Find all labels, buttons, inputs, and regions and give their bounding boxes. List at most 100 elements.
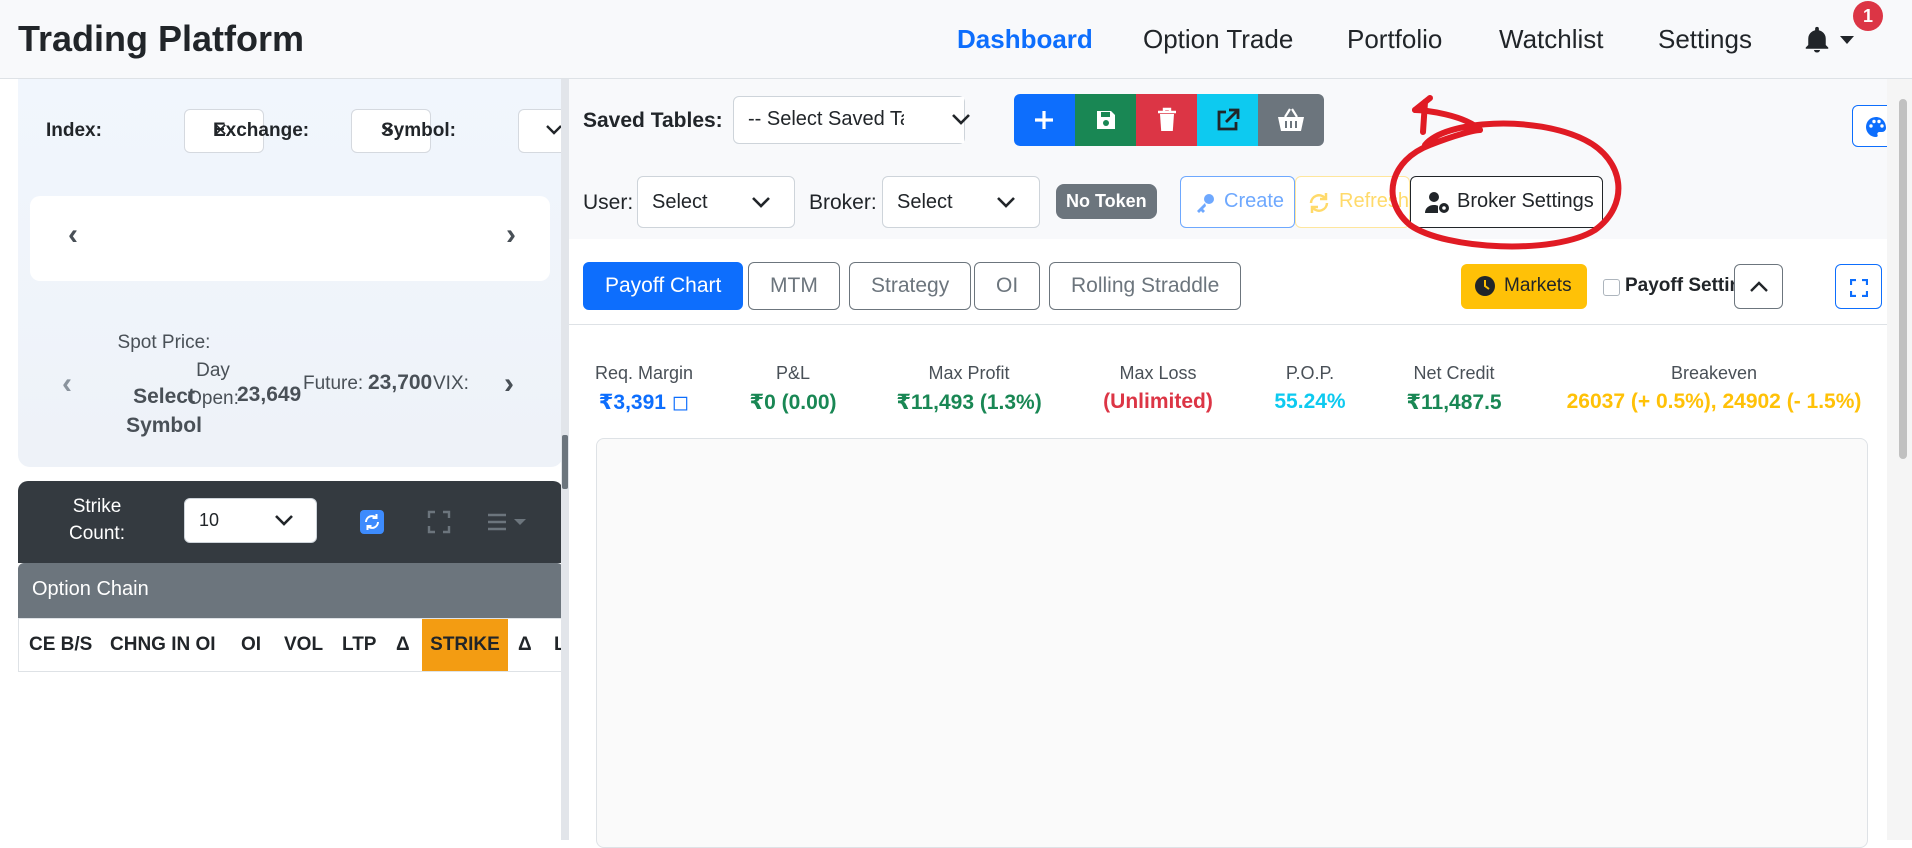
option-chain-table: CE B/S CHNG IN OI OI VOL LTP Δ STRIKE Δ … xyxy=(18,618,563,672)
col-strike[interactable]: STRIKE xyxy=(422,619,508,671)
splitter-grip[interactable] xyxy=(562,435,568,489)
clock-icon xyxy=(1475,276,1495,296)
expand-icon xyxy=(1850,279,1868,297)
tab-payoff-chart[interactable]: Payoff Chart xyxy=(583,262,744,310)
future-label: Future: xyxy=(303,373,364,394)
left-panel: Index: ✕ Exchange: ✕ Symbol: ‹ › ‹ Spot … xyxy=(0,79,563,840)
metric-title-margin: Req. Margin xyxy=(594,363,694,383)
spot-price-label: Spot Price: xyxy=(117,332,211,353)
vix-label: VIX: xyxy=(433,373,469,394)
ticker-carousel: ‹ › xyxy=(30,196,550,281)
red-annotation-circle-icon xyxy=(1389,95,1622,250)
metric-title-pnl: P&L xyxy=(775,363,811,383)
markets-label: Markets xyxy=(1504,275,1572,296)
tab-oi[interactable]: OI xyxy=(974,262,1041,310)
col-ce-bs[interactable]: CE B/S xyxy=(29,619,92,671)
carousel-prev-icon[interactable]: ‹ xyxy=(68,218,78,252)
metric-title-pop: P.O.P. xyxy=(1285,363,1335,383)
broker-select-value: Select xyxy=(897,191,953,213)
user-select[interactable]: Select xyxy=(637,176,795,228)
create-token-button[interactable]: Create xyxy=(1180,176,1295,228)
basket-button[interactable] xyxy=(1258,94,1324,146)
col-delta-ce[interactable]: Δ xyxy=(396,619,410,671)
metric-value-net-credit: ₹11,487.5 xyxy=(1406,391,1502,414)
metric-title-max-profit: Max Profit xyxy=(928,363,1010,383)
delete-table-button[interactable] xyxy=(1136,94,1197,146)
strike-count-select[interactable]: 10 xyxy=(184,498,317,543)
metric-title-net-credit: Net Credit xyxy=(1413,363,1495,383)
export-table-button[interactable] xyxy=(1197,94,1258,146)
refresh-chain-icon[interactable] xyxy=(360,510,384,534)
scrollbar-thumb[interactable] xyxy=(1899,99,1907,459)
metric-value-margin[interactable]: ₹3,391 ◻ xyxy=(599,390,689,415)
markets-button[interactable]: Markets xyxy=(1461,264,1587,309)
day-open-value: 23,649 xyxy=(237,383,302,406)
user-select-value: Select xyxy=(652,191,708,213)
payoff-chart-area[interactable] xyxy=(596,438,1868,848)
metric-value-max-profit: ₹11,493 (1.3%) xyxy=(896,391,1042,414)
col-ltp[interactable]: LTP xyxy=(342,619,376,671)
carousel-next-icon[interactable]: › xyxy=(506,218,516,252)
col-delta-pe[interactable]: Δ xyxy=(518,619,532,671)
sync-icon xyxy=(1309,193,1329,213)
collapse-button[interactable] xyxy=(1734,264,1783,309)
top-navbar: Trading Platform Dashboard Option Trade … xyxy=(0,0,1912,79)
stats-next-icon[interactable]: › xyxy=(504,367,514,401)
nav-settings[interactable]: Settings xyxy=(1658,24,1752,55)
market-info-card: Index: ✕ Exchange: ✕ Symbol: ‹ › ‹ Spot … xyxy=(18,79,563,467)
nav-dashboard[interactable]: Dashboard xyxy=(957,24,1093,55)
future-value: 23,700 xyxy=(368,371,433,394)
tab-mtm[interactable]: MTM xyxy=(748,262,840,310)
stats-prev-icon[interactable]: ‹ xyxy=(62,367,72,401)
user-chevron-icon xyxy=(752,197,770,208)
fullscreen-button[interactable] xyxy=(1835,264,1882,309)
tabs-divider xyxy=(569,324,1887,325)
exchange-label: Exchange: xyxy=(213,120,310,141)
option-chain-toolbar: Strike Count: 10 xyxy=(18,481,563,563)
app-brand[interactable]: Trading Platform xyxy=(18,18,304,60)
save-table-button[interactable] xyxy=(1075,94,1136,146)
metric-title-breakeven: Breakeven xyxy=(1670,363,1758,383)
saved-tables-label: Saved Tables: xyxy=(583,109,723,132)
notifications-caret-icon[interactable] xyxy=(1840,36,1854,44)
option-chain-title: Option Chain xyxy=(18,563,563,618)
metric-value-pop: 55.24% xyxy=(1274,390,1346,413)
col-chng-in-oi[interactable]: CHNG IN OI xyxy=(110,619,216,671)
strike-count-chevron-icon xyxy=(275,515,293,526)
trash-icon xyxy=(1158,107,1176,131)
key-icon xyxy=(1197,194,1214,213)
symbol-label: Symbol: xyxy=(381,120,456,141)
fullscreen-chain-icon[interactable] xyxy=(427,510,451,534)
col-oi[interactable]: OI xyxy=(241,619,261,671)
chevron-up-icon xyxy=(1750,281,1768,292)
saved-table-chevron-icon[interactable] xyxy=(950,112,972,126)
bell-icon[interactable] xyxy=(1802,25,1832,55)
token-status-badge: No Token xyxy=(1056,184,1157,219)
add-table-button[interactable] xyxy=(1014,94,1075,146)
metric-value-pnl: ₹0 (0.00) xyxy=(749,391,837,414)
notification-count-badge: 1 xyxy=(1853,1,1883,31)
nav-portfolio[interactable]: Portfolio xyxy=(1347,24,1442,55)
broker-label: Broker: xyxy=(809,191,877,214)
create-token-label: Create xyxy=(1224,190,1285,212)
metric-title-max-loss: Max Loss xyxy=(1119,363,1197,383)
broker-chevron-icon xyxy=(997,197,1015,208)
payoff-settings-checkbox[interactable] xyxy=(1603,279,1620,296)
tab-strategy[interactable]: Strategy xyxy=(849,262,972,310)
nav-watchlist[interactable]: Watchlist xyxy=(1499,24,1604,55)
menu-dropdown-icon[interactable] xyxy=(486,511,532,533)
broker-select[interactable]: Select xyxy=(882,176,1040,228)
nav-option-trade[interactable]: Option Trade xyxy=(1143,24,1293,55)
tab-rolling-straddle[interactable]: Rolling Straddle xyxy=(1049,262,1242,310)
basket-icon xyxy=(1278,108,1304,131)
col-vol[interactable]: VOL xyxy=(284,619,323,671)
right-panel: Saved Tables: -- Select Saved Table -- U… xyxy=(569,79,1912,848)
floppy-disk-icon xyxy=(1097,111,1115,129)
palette-icon xyxy=(1866,117,1886,137)
strike-count-label: Strike Count: xyxy=(69,496,125,544)
user-label: User: xyxy=(583,191,634,214)
metric-value-max-loss: (Unlimited) xyxy=(1103,390,1213,413)
plus-icon xyxy=(1035,111,1053,129)
metric-value-breakeven: 26037 (+ 0.5%), 24902 (- 1.5%) xyxy=(1566,390,1862,413)
strike-count-value: 10 xyxy=(199,510,220,530)
